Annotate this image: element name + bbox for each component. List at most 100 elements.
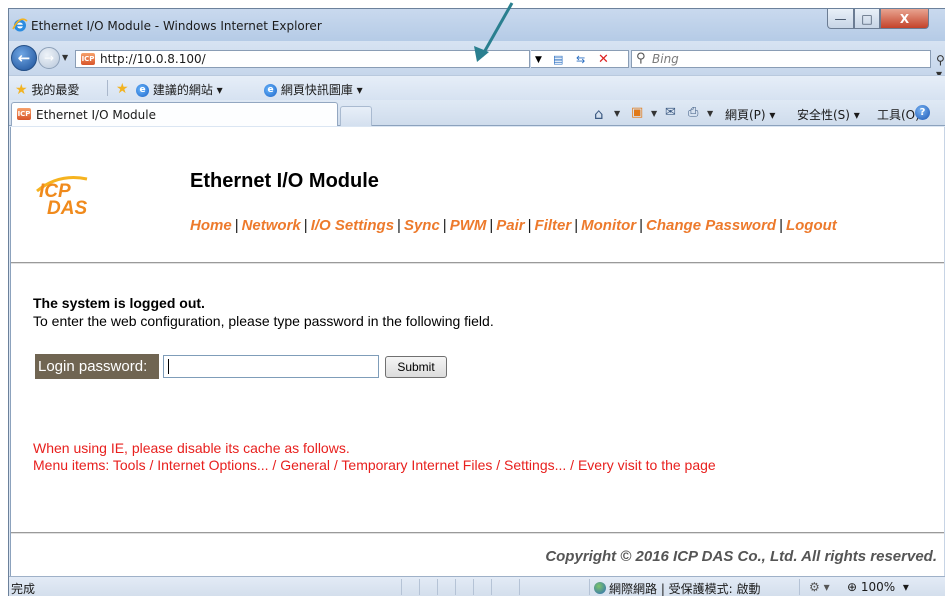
zoom-level: 100% (860, 580, 896, 594)
tab-favicon-icon: ICP (17, 108, 31, 120)
title-bar: Ethernet I/O Module - Windows Internet E… (9, 9, 945, 41)
nav-separator: | (639, 217, 644, 234)
nav-separator: | (303, 217, 308, 234)
maximize-button[interactable]: □ (854, 9, 880, 29)
zoom-dropdown-icon: ▾ (899, 580, 909, 594)
address-url[interactable]: http://10.0.8.100/ (100, 52, 206, 66)
favorites-star-icon: ★ (15, 82, 28, 98)
address-bar[interactable]: ICP http://10.0.8.100/ (75, 50, 530, 68)
instruction-text: To enter the web configuration, please t… (33, 313, 494, 329)
new-tab-button[interactable] (340, 106, 372, 126)
nav-network[interactable]: Network (242, 217, 301, 234)
feeds-dropdown-icon[interactable]: ▼ (651, 109, 657, 118)
compatibility-view-icon[interactable]: ▤ (553, 52, 563, 67)
home-dropdown-icon[interactable]: ▼ (614, 109, 620, 118)
address-controls: ▼ ▤ ⇆ ✕ (531, 50, 629, 68)
status-cell-divider (589, 579, 590, 595)
favorites-separator (107, 80, 108, 96)
print-dropdown-icon[interactable]: ▼ (707, 109, 713, 118)
read-mail-icon[interactable]: ✉ (665, 105, 676, 120)
close-button[interactable]: X (880, 9, 929, 29)
nav-home[interactable]: Home (190, 217, 232, 234)
nav-change-password[interactable]: Change Password (646, 217, 776, 234)
page-menu[interactable]: 網頁(P) ▾ (725, 106, 775, 123)
suggested-sites-link[interactable]: e 建議的網站 ▾ (136, 81, 223, 98)
nav-pair[interactable]: Pair (496, 217, 524, 234)
search-provider-icon: ⚲ (636, 51, 646, 66)
ie-note-line-2: Menu items: Tools / Internet Options... … (33, 457, 716, 473)
tab-bar: ICP Ethernet I/O Module ⌂ ▼ ▣ ▼ ✉ ⎙ ▼ 網頁… (9, 100, 945, 126)
site-favicon-icon: ICP (81, 53, 95, 65)
nav-sync[interactable]: Sync (404, 217, 440, 234)
status-cell-divider (491, 579, 492, 595)
status-cell-divider (799, 579, 800, 595)
nav-separator: | (779, 217, 783, 234)
add-favorite-button[interactable]: ★ (116, 81, 129, 97)
print-icon[interactable]: ⎙ (688, 105, 698, 120)
status-cell-divider (473, 579, 474, 595)
nav-filter[interactable]: Filter (535, 217, 572, 234)
status-cell-divider (401, 579, 402, 595)
status-bar: 完成 網際網路 | 受保護模式: 啟動 ⚙ ▾ ⊕ 100% ▾ (9, 576, 945, 596)
header-divider (11, 262, 945, 264)
tab-ethernet-io-module[interactable]: ICP Ethernet I/O Module (11, 102, 338, 126)
window-title: Ethernet I/O Module - Windows Internet E… (31, 19, 322, 33)
page-viewport: ICP DAS Ethernet I/O Module Home | Network… (10, 127, 945, 576)
search-input[interactable]: Bing (652, 52, 679, 66)
web-slice-icon: e (264, 84, 277, 97)
main-nav: Home | Network | I/O Settings | Sync | PWM | Pair |… (190, 217, 837, 234)
status-cell-divider (437, 579, 438, 595)
status-text: 完成 (11, 582, 36, 596)
forward-button[interactable]: → (38, 47, 60, 69)
status-cell-divider (519, 579, 520, 595)
favorites-button[interactable]: ★ 我的最愛 (15, 81, 79, 98)
tab-label: Ethernet I/O Module (36, 108, 156, 122)
favorites-label: 我的最愛 (31, 83, 80, 97)
footer-divider (11, 532, 945, 534)
suggested-sites-label: 建議的網站 ▾ (152, 83, 223, 97)
zoom-control[interactable]: ⊕ 100% ▾ (847, 580, 909, 594)
search-box[interactable]: ⚲ Bing (631, 50, 931, 68)
nav-pwm[interactable]: PWM (450, 217, 487, 234)
nav-separator: | (442, 217, 447, 234)
icp-das-logo: ICP DAS (36, 176, 87, 219)
home-icon[interactable]: ⌂ (594, 105, 604, 123)
forward-arrow-icon: → (43, 51, 55, 65)
ie-cache-note: When using IE, please disable its cache … (33, 440, 716, 474)
feeds-icon[interactable]: ▣ (631, 105, 643, 120)
zone-label: 網際網路 | 受保護模式: 啟動 (609, 582, 761, 596)
submit-button[interactable]: Submit (385, 356, 447, 378)
security-zone[interactable]: 網際網路 | 受保護模式: 啟動 (594, 580, 761, 596)
stop-icon[interactable]: ✕ (598, 52, 609, 67)
password-field[interactable] (163, 355, 379, 378)
copyright-text: Copyright © 2016 ICP DAS Co., Ltd. All r… (545, 548, 937, 565)
password-label: Login password: (35, 354, 159, 379)
protected-mode-icon[interactable]: ⚙ ▾ (809, 580, 830, 594)
address-dropdown-icon[interactable]: ▼ (535, 52, 542, 67)
nav-monitor[interactable]: Monitor (581, 217, 636, 234)
browser-window: Ethernet I/O Module - Windows Internet E… (8, 8, 945, 596)
history-dropdown-icon[interactable]: ▼ (62, 53, 68, 62)
page-title: Ethernet I/O Module (190, 170, 379, 192)
minimize-button[interactable]: — (827, 9, 854, 29)
svg-text:DAS: DAS (47, 198, 87, 219)
nav-io-settings[interactable]: I/O Settings (311, 217, 394, 234)
help-icon[interactable]: ? (915, 105, 930, 120)
nav-separator: | (489, 217, 494, 234)
nav-logout[interactable]: Logout (786, 217, 837, 234)
internet-globe-icon (594, 582, 606, 594)
suggested-sites-icon: e (136, 84, 149, 97)
add-favorite-icon: ★ (116, 81, 129, 97)
ie-note-line-1: When using IE, please disable its cache … (33, 440, 350, 456)
refresh-icon[interactable]: ⇆ (576, 52, 585, 67)
zoom-icon: ⊕ (847, 580, 858, 594)
status-cell-divider (419, 579, 420, 595)
back-button[interactable]: ← (11, 45, 37, 71)
nav-separator: | (234, 217, 239, 234)
address-row: ← → ▼ ICP http://10.0.8.100/ ▼ ▤ ⇆ ✕ ⚲ B… (9, 41, 945, 81)
safety-menu[interactable]: 安全性(S) ▾ (797, 106, 860, 123)
back-arrow-icon: ← (17, 49, 31, 67)
web-slice-gallery-link[interactable]: e 網頁快訊圖庫 ▾ (264, 81, 363, 98)
web-slice-label: 網頁快訊圖庫 ▾ (280, 83, 363, 97)
ie-logo-icon (12, 18, 28, 32)
